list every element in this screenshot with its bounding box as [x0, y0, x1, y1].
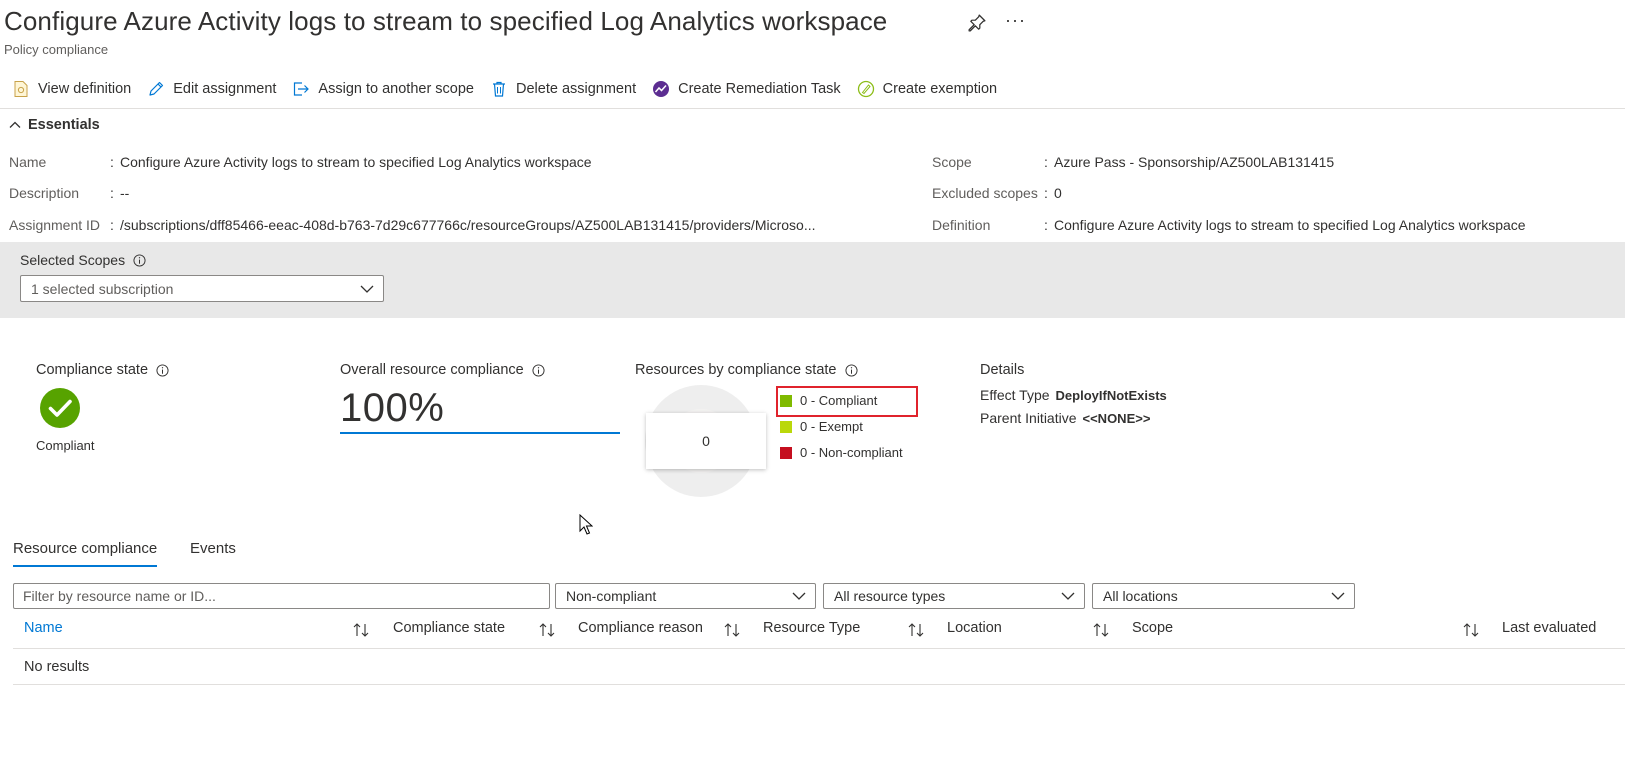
compliance-state-value: Compliant [36, 438, 95, 453]
legend-non-compliant[interactable]: 0 - Non-compliant [780, 445, 903, 460]
create-remediation-label: Create Remediation Task [678, 81, 841, 97]
selected-scopes-label: Selected Scopes [20, 252, 146, 268]
legend-swatch-non-compliant [780, 446, 792, 459]
export-icon [294, 82, 310, 96]
sort-icon[interactable] [907, 622, 925, 638]
compliance-state-filter-value: Non-compliant [566, 588, 657, 604]
parent-initiative-value: <<NONE>> [1082, 411, 1151, 426]
chevron-up-icon [9, 121, 21, 128]
essentials-label: Essentials [28, 117, 100, 133]
page-subtitle: Policy compliance [4, 42, 109, 57]
edit-assignment-button[interactable]: Edit assignment [135, 76, 280, 102]
info-icon[interactable] [133, 253, 146, 267]
table-row-divider [13, 684, 1625, 685]
view-definition-button[interactable]: View definition [0, 76, 135, 102]
exemption-icon [857, 80, 874, 98]
tab-resource-compliance[interactable]: Resource compliance [13, 540, 158, 567]
assign-to-scope-button[interactable]: Assign to another scope [280, 76, 478, 102]
essentials-excluded-scopes-label: Excluded scopes [932, 185, 1038, 201]
essentials-assignment-id-value: /subscriptions/dff85466-eeac-408d-b763-7… [120, 217, 816, 233]
sort-icon[interactable] [1092, 622, 1110, 638]
essentials-description-label: Description [9, 185, 80, 201]
sort-icon[interactable] [352, 622, 370, 638]
delete-assignment-label: Delete assignment [516, 81, 637, 97]
essentials-scope-value[interactable]: Azure Pass - Sponsorship/AZ500LAB131415 [1054, 154, 1334, 170]
chevron-down-icon [792, 592, 806, 600]
essentials-assignment-id-label: Assignment ID [9, 217, 101, 233]
column-header-compliance-reason[interactable]: Compliance reason [578, 620, 703, 636]
edit-assignment-label: Edit assignment [173, 81, 277, 97]
pencil-icon [149, 81, 164, 96]
assign-to-scope-label: Assign to another scope [318, 81, 474, 97]
resource-type-filter-value: All resource types [834, 588, 946, 604]
remediation-icon [653, 81, 670, 97]
chevron-down-icon [1061, 592, 1075, 600]
essentials-scope-label: Scope [932, 154, 972, 170]
location-filter-value: All locations [1103, 588, 1178, 604]
essentials-excluded-scopes-value: 0 [1054, 185, 1062, 201]
column-header-name[interactable]: Name [24, 620, 63, 636]
delete-assignment-button[interactable]: Delete assignment [478, 76, 640, 102]
overall-compliance-underline [340, 432, 620, 434]
column-header-compliance-state[interactable]: Compliance state [393, 620, 505, 636]
info-icon[interactable] [844, 363, 858, 377]
create-exemption-button[interactable]: Create exemption [845, 76, 1001, 102]
overall-compliance-title: Overall resource compliance [340, 362, 545, 378]
column-header-scope[interactable]: Scope [1132, 620, 1173, 636]
overall-compliance-value: 100% [340, 386, 445, 430]
essentials-description-value: -- [120, 185, 130, 201]
parent-initiative-row: Parent Initiative <<NONE>> [980, 410, 1151, 426]
view-definition-label: View definition [38, 81, 132, 97]
column-header-last-evaluated[interactable]: Last evaluated [1502, 620, 1596, 636]
resources-by-state-title: Resources by compliance state [635, 362, 858, 378]
sort-icon[interactable] [723, 622, 741, 638]
sort-icon[interactable] [1462, 622, 1480, 638]
column-header-location[interactable]: Location [947, 620, 1002, 636]
scope-dropdown[interactable]: 1 selected subscription [20, 275, 384, 302]
info-icon[interactable] [156, 363, 169, 377]
more-options-icon[interactable]: ··· [1005, 10, 1026, 31]
highlight-annotation-box [776, 386, 918, 417]
table-empty-message: No results [24, 659, 90, 675]
legend-swatch-exempt [780, 420, 792, 433]
legend-exempt[interactable]: 0 - Exempt [780, 419, 863, 434]
effect-type-row: Effect Type DeployIfNotExists [980, 387, 1167, 403]
compliance-state-filter[interactable]: Non-compliant [555, 583, 816, 609]
resource-search-input[interactable] [13, 583, 550, 609]
essentials-toggle[interactable]: Essentials [8, 117, 100, 133]
mouse-cursor-icon [579, 514, 593, 535]
pin-icon[interactable] [968, 14, 986, 32]
essentials-name-value: Configure Azure Activity logs to stream … [120, 154, 592, 170]
compliant-check-icon [40, 388, 80, 428]
scope-dropdown-value: 1 selected subscription [31, 280, 174, 297]
column-header-resource-type[interactable]: Resource Type [763, 620, 860, 636]
sort-icon[interactable] [538, 622, 556, 638]
essentials-definition-value[interactable]: Configure Azure Activity logs to stream … [1054, 217, 1526, 233]
command-bar-divider [0, 108, 1625, 109]
donut-tooltip: 0 [646, 413, 766, 469]
info-icon[interactable] [532, 363, 545, 377]
chevron-down-icon [1331, 592, 1345, 600]
essentials-name-label: Name [9, 154, 47, 170]
command-bar: View definition Edit assignment Assign t… [0, 76, 1625, 102]
compliance-state-title: Compliance state [36, 362, 169, 378]
create-exemption-label: Create exemption [882, 81, 998, 97]
create-remediation-button[interactable]: Create Remediation Task [640, 76, 845, 102]
effect-type-value: DeployIfNotExists [1055, 388, 1167, 403]
location-filter[interactable]: All locations [1092, 583, 1355, 609]
resource-type-filter[interactable]: All resource types [823, 583, 1085, 609]
essentials-definition-label: Definition [932, 217, 991, 233]
document-icon [14, 81, 28, 97]
details-title: Details [980, 362, 1025, 378]
trash-icon [493, 81, 505, 97]
table-header-divider [13, 648, 1625, 649]
page-title: Configure Azure Activity logs to stream … [4, 6, 888, 36]
chevron-down-icon [360, 285, 374, 293]
tab-events[interactable]: Events [190, 540, 236, 565]
